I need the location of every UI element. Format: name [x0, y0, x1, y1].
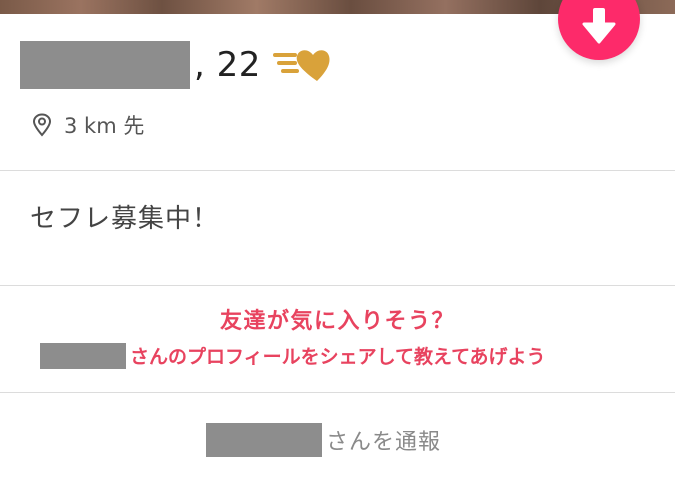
profile-age: , 22 [194, 45, 261, 85]
location-pin-icon [32, 113, 52, 137]
report-label: さんを通報 [326, 430, 442, 455]
profile-header: , 22 [20, 40, 337, 90]
share-profile-title[interactable]: 友達が気に入りそう？ [0, 303, 675, 335]
divider [0, 170, 675, 171]
divider [0, 285, 675, 286]
close-profile-button[interactable] [558, 0, 640, 60]
arrow-down-icon [582, 8, 616, 48]
divider [0, 392, 675, 393]
redacted-name [20, 41, 190, 89]
redacted-name [40, 342, 126, 369]
profile-location: 3 km 先 [32, 110, 144, 140]
report-button[interactable]: さんを通報 [206, 423, 441, 457]
share-profile-subtitle: さんのプロフィールをシェアして教えてあげよう [130, 346, 546, 368]
profile-bio: セフレ募集中！ [30, 204, 220, 234]
speed-heart-icon [272, 45, 337, 85]
redacted-name [206, 423, 322, 457]
share-profile-link[interactable]: さんのプロフィールをシェアして教えてあげよう [40, 342, 546, 369]
distance-text: 3 km 先 [64, 114, 145, 138]
